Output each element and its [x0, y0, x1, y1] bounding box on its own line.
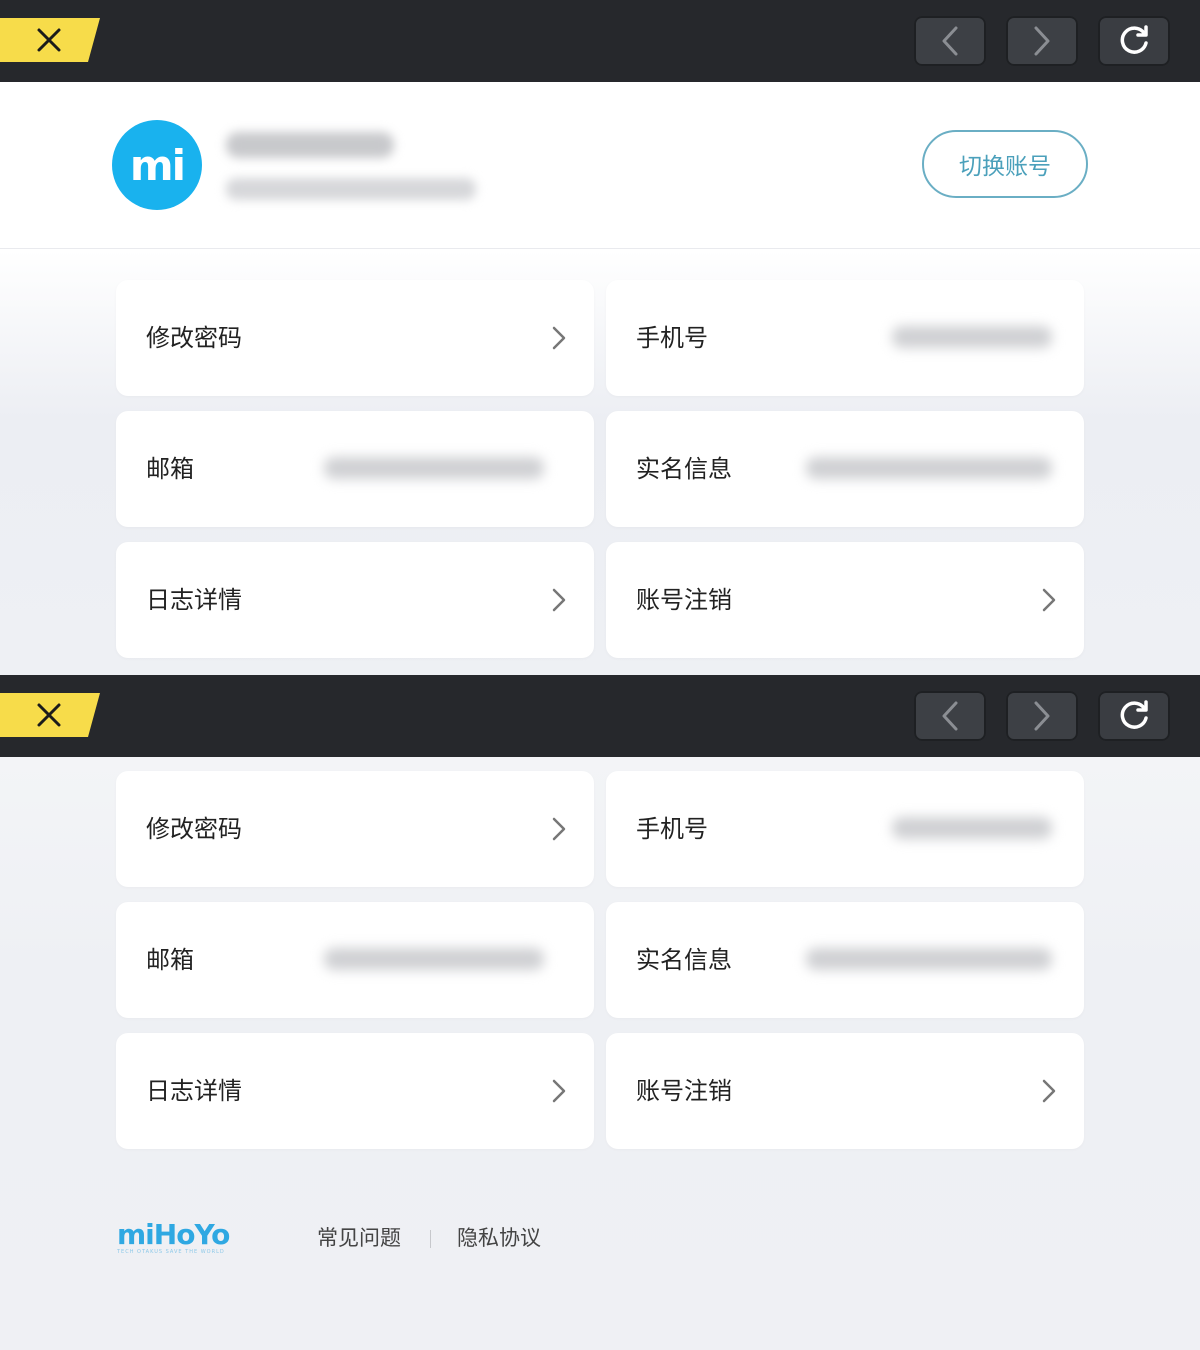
avatar-logo: mi: [129, 140, 186, 190]
chevron-right-icon: [1042, 1079, 1056, 1103]
change-password-label: 修改密码: [146, 324, 242, 352]
phone-value-redacted: [892, 817, 1052, 839]
phone-label: 手机号: [636, 815, 708, 843]
footer: miHoYo TECH OTAKUS SAVE THE WORLD 常见问题 隐…: [0, 1200, 1200, 1280]
email-label: 邮箱: [146, 455, 194, 483]
profile-header: mi 切换账号: [0, 82, 1200, 249]
change-password-item[interactable]: 修改密码: [116, 771, 594, 887]
privacy-link[interactable]: 隐私协议: [457, 1222, 541, 1252]
chevron-right-icon: [552, 817, 566, 841]
real-name-value-redacted: [806, 948, 1052, 970]
top-toolbar: [0, 0, 1200, 82]
switch-account-button[interactable]: 切换账号: [922, 130, 1088, 198]
email-value-redacted: [324, 457, 544, 479]
real-name-value-redacted: [806, 457, 1052, 479]
close-icon: [37, 703, 61, 727]
footer-divider: [430, 1230, 431, 1248]
real-name-item[interactable]: 实名信息: [606, 411, 1084, 527]
log-details-item[interactable]: 日志详情: [116, 542, 594, 658]
chevron-right-icon: [1034, 26, 1050, 56]
chevron-right-icon: [552, 1079, 566, 1103]
reload-icon: [1120, 25, 1148, 54]
faq-link[interactable]: 常见问题: [317, 1222, 401, 1252]
chevron-right-icon: [1034, 701, 1050, 731]
close-button[interactable]: [0, 18, 100, 62]
forward-button[interactable]: [1006, 16, 1078, 66]
log-details-label: 日志详情: [146, 586, 242, 614]
change-password-item[interactable]: 修改密码: [116, 280, 594, 396]
avatar[interactable]: mi: [112, 120, 202, 210]
real-name-label: 实名信息: [636, 946, 732, 974]
email-item[interactable]: 邮箱: [116, 902, 594, 1018]
logo-wordmark: miHoYo: [117, 1218, 230, 1251]
phone-label: 手机号: [636, 324, 708, 352]
username-redacted: [226, 132, 394, 158]
chevron-right-icon: [552, 326, 566, 350]
close-button[interactable]: [0, 693, 100, 737]
delete-account-label: 账号注销: [636, 1077, 732, 1105]
phone-value-redacted: [892, 326, 1052, 348]
phone-item[interactable]: 手机号: [606, 280, 1084, 396]
reload-icon: [1120, 700, 1148, 729]
log-details-item[interactable]: 日志详情: [116, 1033, 594, 1149]
email-value-redacted: [324, 948, 544, 970]
delete-account-item[interactable]: 账号注销: [606, 1033, 1084, 1149]
logo-tagline: TECH OTAKUS SAVE THE WORLD: [117, 1249, 225, 1255]
real-name-item[interactable]: 实名信息: [606, 902, 1084, 1018]
phone-item[interactable]: 手机号: [606, 771, 1084, 887]
email-item[interactable]: 邮箱: [116, 411, 594, 527]
back-button[interactable]: [914, 16, 986, 66]
chevron-right-icon: [552, 588, 566, 612]
delete-account-label: 账号注销: [636, 586, 732, 614]
reload-button[interactable]: [1098, 16, 1170, 66]
forward-button[interactable]: [1006, 691, 1078, 741]
chevron-left-icon: [942, 26, 958, 56]
reload-button[interactable]: [1098, 691, 1170, 741]
email-label: 邮箱: [146, 946, 194, 974]
chevron-left-icon: [942, 701, 958, 731]
top-toolbar: [0, 675, 1200, 757]
mihoyo-logo: miHoYo TECH OTAKUS SAVE THE WORLD: [117, 1218, 230, 1255]
close-icon: [37, 28, 61, 52]
delete-account-item[interactable]: 账号注销: [606, 542, 1084, 658]
back-button[interactable]: [914, 691, 986, 741]
real-name-label: 实名信息: [636, 455, 732, 483]
change-password-label: 修改密码: [146, 815, 242, 843]
log-details-label: 日志详情: [146, 1077, 242, 1105]
screen-top: mi 切换账号 修改密码 手机号 邮箱 实名信息 日志详情 账号注销: [0, 0, 1200, 675]
chevron-right-icon: [1042, 588, 1056, 612]
user-id-redacted: [226, 178, 476, 200]
